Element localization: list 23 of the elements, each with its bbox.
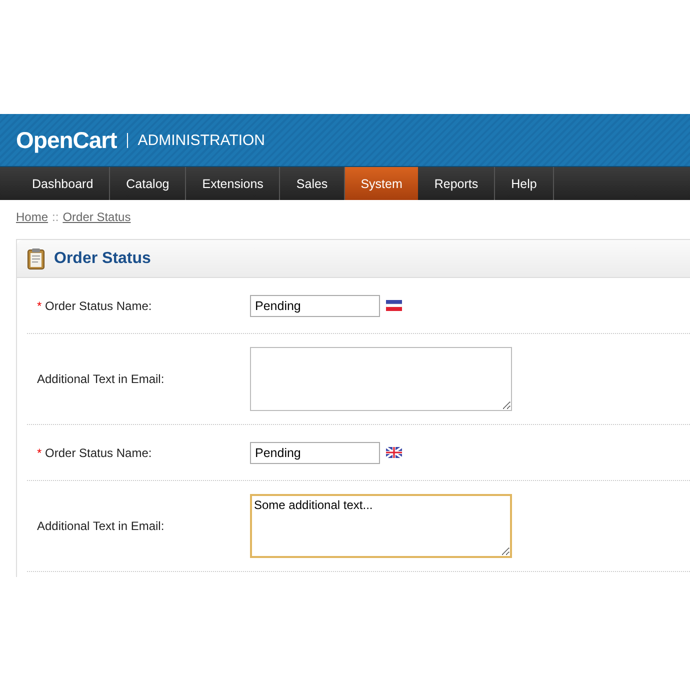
- field-label: * Order Status Name:: [36, 446, 153, 460]
- striped-flag-icon: [386, 300, 402, 311]
- input-field[interactable]: Pending: [250, 294, 380, 316]
- cross-flag-icon: [386, 447, 402, 458]
- nav-item[interactable]: Dashboard: [16, 167, 110, 200]
- field-label: Additional Text in Email:: [36, 519, 166, 533]
- field-label: * Order Status Name:: [36, 298, 153, 312]
- nav-item[interactable]: Catalog: [110, 167, 186, 200]
- breadcrumb-link[interactable]: Home: [16, 210, 48, 229]
- text-area[interactable]: [250, 347, 512, 411]
- nav-item[interactable]: Reports: [418, 167, 496, 200]
- header-title: ADMINISTRATION: [138, 132, 266, 148]
- field-label: Additional Text in Email:: [36, 372, 166, 386]
- clipboard-icon: [27, 248, 45, 270]
- breadcrumb-separator: ::: [52, 210, 59, 226]
- nav-item[interactable]: Help: [495, 167, 554, 200]
- logo: OpenCart: [16, 126, 117, 154]
- text-area[interactable]: Some additional text...: [250, 494, 512, 558]
- breadcrumb-link[interactable]: Order Status: [62, 210, 131, 229]
- nav-item[interactable]: Extensions: [186, 167, 280, 200]
- nav-item[interactable]: System: [344, 167, 418, 200]
- panel-title: Order Status: [54, 250, 151, 268]
- input-field[interactable]: Pending: [250, 442, 380, 464]
